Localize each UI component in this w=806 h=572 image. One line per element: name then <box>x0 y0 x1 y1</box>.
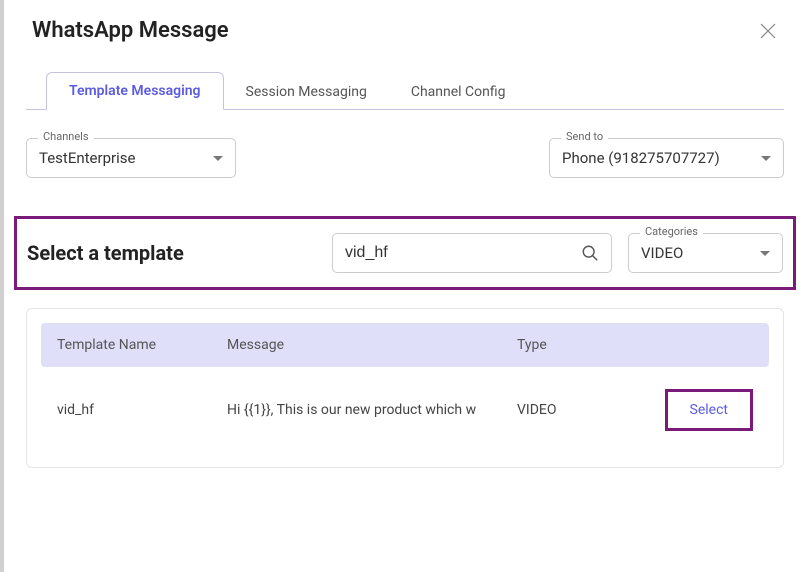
select-template-heading: Select a template <box>27 241 316 265</box>
template-search-wrap <box>332 233 612 273</box>
channels-value: TestEnterprise <box>39 149 135 167</box>
tab-channel-config[interactable]: Channel Config <box>389 74 528 110</box>
cell-type: VIDEO <box>517 402 637 418</box>
sendto-label: Send to <box>561 130 608 143</box>
chevron-down-icon <box>213 156 223 161</box>
cell-message: Hi {{1}}, This is our new product which … <box>227 402 517 418</box>
page-title: WhatsApp Message <box>32 18 229 43</box>
templates-table: Template Name Message Type vid_hf Hi {{1… <box>26 308 784 468</box>
table-row: vid_hf Hi {{1}}, This is our new product… <box>41 367 769 453</box>
sendto-select[interactable]: Phone (918275707727) <box>549 138 784 178</box>
tab-bar: Template Messaging Session Messaging Cha… <box>26 71 784 110</box>
cell-template-name: vid_hf <box>57 402 227 418</box>
col-header-type: Type <box>517 337 637 353</box>
tab-template-messaging[interactable]: Template Messaging <box>46 72 224 110</box>
chevron-down-icon <box>761 156 771 161</box>
table-header: Template Name Message Type <box>41 323 769 367</box>
col-header-name: Template Name <box>57 337 227 353</box>
chevron-down-icon <box>760 251 770 256</box>
close-icon[interactable] <box>758 21 778 41</box>
select-template-section: Select a template Categories VIDEO <box>14 216 796 290</box>
template-search-input[interactable] <box>345 244 573 262</box>
categories-select[interactable]: VIDEO <box>628 233 783 273</box>
channels-label: Channels <box>38 130 94 143</box>
categories-value: VIDEO <box>641 244 683 262</box>
search-icon[interactable] <box>581 244 599 262</box>
select-button[interactable]: Select <box>665 389 753 431</box>
tab-session-messaging[interactable]: Session Messaging <box>224 74 389 110</box>
col-header-message: Message <box>227 337 517 353</box>
channels-select[interactable]: TestEnterprise <box>26 138 236 178</box>
categories-label: Categories <box>640 225 703 238</box>
sendto-value: Phone (918275707727) <box>562 149 720 167</box>
